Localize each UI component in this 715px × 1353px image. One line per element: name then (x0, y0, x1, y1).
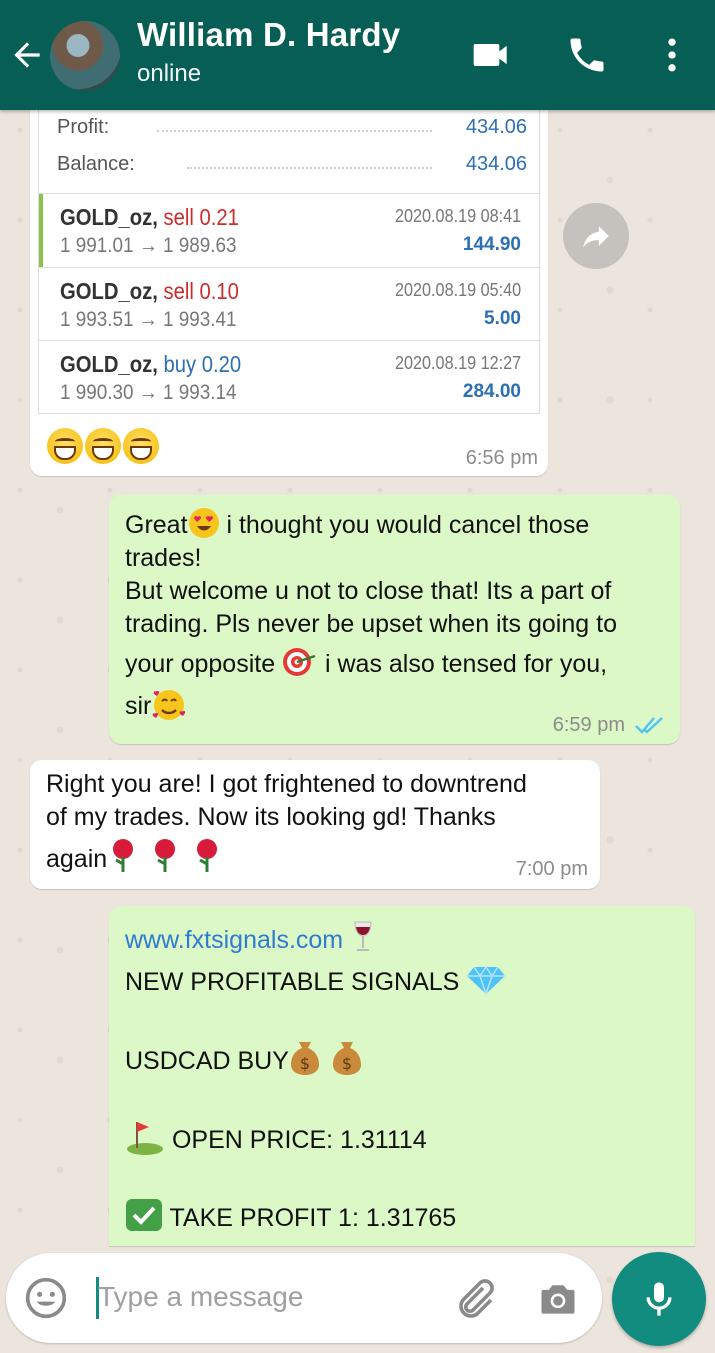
trade-screenshot-message[interactable]: Profit: 434.06 Balance: 434.06 GOLD_oz, … (30, 96, 548, 476)
trade-pnl: 144.90 (462, 234, 521, 255)
emoji-icon[interactable] (24, 1276, 68, 1320)
phone-call-icon[interactable] (565, 33, 609, 77)
trade-symbol: GOLD_oz, sell 0.10 (60, 278, 239, 304)
contact-status: online (137, 60, 202, 87)
profit-row: Profit: 434.06 (57, 116, 527, 139)
money-bag-emoji-icon: $ $ (290, 1042, 361, 1075)
trade-accent-bar (39, 194, 43, 267)
trade-prices: 1 991.01 → 1 989.63 (60, 234, 237, 257)
trade-row: GOLD_oz, sell 0.10 1 993.51 → 1 993.41 2… (39, 267, 541, 340)
outgoing-message[interactable]: www.fxtsignals.com NEW PROFITABLE SIGNAL… (109, 906, 695, 1270)
message-text: Great i thought you would cancel those t… (125, 507, 670, 723)
check-mark-button-icon (126, 1199, 162, 1231)
attach-icon[interactable] (450, 1275, 498, 1323)
profit-value: 434.06 (465, 116, 527, 138)
smiling-face-with-hearts-emoji-icon (153, 690, 186, 720)
trade-pnl: 284.00 (462, 381, 521, 402)
balance-value: 434.06 (465, 153, 527, 175)
grinning-face-icon (85, 428, 121, 464)
dotted-leader (187, 167, 432, 169)
dotted-leader (157, 130, 432, 132)
outgoing-message[interactable]: Great i thought you would cancel those t… (109, 495, 680, 744)
signals-link[interactable]: www.fxtsignals.com (125, 926, 343, 954)
target-dart-emoji-icon (283, 648, 316, 676)
grinning-face-icon (47, 428, 83, 464)
back-arrow-icon[interactable] (8, 36, 46, 74)
more-options-icon[interactable] (650, 33, 694, 77)
trade-symbol: GOLD_oz, sell 0.21 (60, 204, 239, 230)
message-text: www.fxtsignals.com NEW PROFITABLE SIGNAL… (125, 920, 685, 1270)
golf-flag-emoji-icon (127, 1122, 163, 1155)
contact-name: William D. Hardy (137, 16, 401, 53)
gem-stone-emoji-icon (467, 965, 506, 997)
roses-emoji-icon (107, 837, 231, 882)
message-composer: Type a message (6, 1253, 602, 1343)
profit-label: Profit: (57, 116, 110, 138)
avatar[interactable] (50, 21, 120, 91)
trade-pnl: 5.00 (484, 308, 521, 329)
voice-record-button[interactable] (612, 1252, 706, 1346)
grinning-face-icon (123, 428, 159, 464)
trade-side: buy 0.20 (163, 351, 242, 377)
trade-row: GOLD_oz, sell 0.21 1 991.01 → 1 989.63 2… (39, 193, 541, 267)
camera-icon[interactable] (536, 1277, 580, 1321)
trade-date: 2020.08.19 12:27 (394, 353, 521, 373)
microphone-icon (646, 1282, 672, 1316)
read-ticks-icon (635, 717, 663, 734)
message-time: 7:00 pm (515, 858, 588, 880)
message-input[interactable]: Type a message (98, 1281, 303, 1313)
incoming-message[interactable]: Right you are! I got frightened to downt… (30, 760, 600, 889)
wine-glass-emoji-icon (354, 921, 372, 951)
trade-side: sell 0.10 (163, 278, 239, 304)
contact-info[interactable]: William D. Hardy online (137, 16, 400, 88)
trade-date: 2020.08.19 08:41 (394, 206, 521, 226)
svg-text:$: $ (300, 1054, 310, 1073)
trade-date: 2020.08.19 05:40 (394, 280, 521, 300)
grinning-emojis (47, 428, 161, 469)
message-text: Right you are! I got frightened to downt… (46, 768, 586, 882)
trade-symbol: GOLD_oz, buy 0.20 (60, 351, 242, 377)
balance-row: Balance: 434.06 (57, 153, 527, 176)
forward-icon (583, 226, 609, 248)
message-time: 6:56 pm (465, 447, 538, 469)
video-call-icon[interactable] (470, 33, 514, 77)
balance-label: Balance: (57, 153, 135, 175)
message-time: 6:59 pm (552, 714, 625, 736)
heart-eyes-emoji-icon (188, 508, 219, 538)
trade-prices: 1 990.30 → 1 993.14 (60, 381, 237, 404)
forward-button[interactable] (563, 203, 629, 269)
trade-side: sell 0.21 (163, 204, 239, 230)
chat-header: William D. Hardy online (0, 0, 715, 110)
trade-row: GOLD_oz, buy 0.20 1 990.30 → 1 993.14 20… (39, 340, 541, 413)
trade-screenshot-image[interactable]: Profit: 434.06 Balance: 434.06 GOLD_oz, … (38, 96, 541, 414)
svg-text:$: $ (342, 1054, 352, 1073)
trade-prices: 1 993.51 → 1 993.41 (60, 308, 237, 331)
